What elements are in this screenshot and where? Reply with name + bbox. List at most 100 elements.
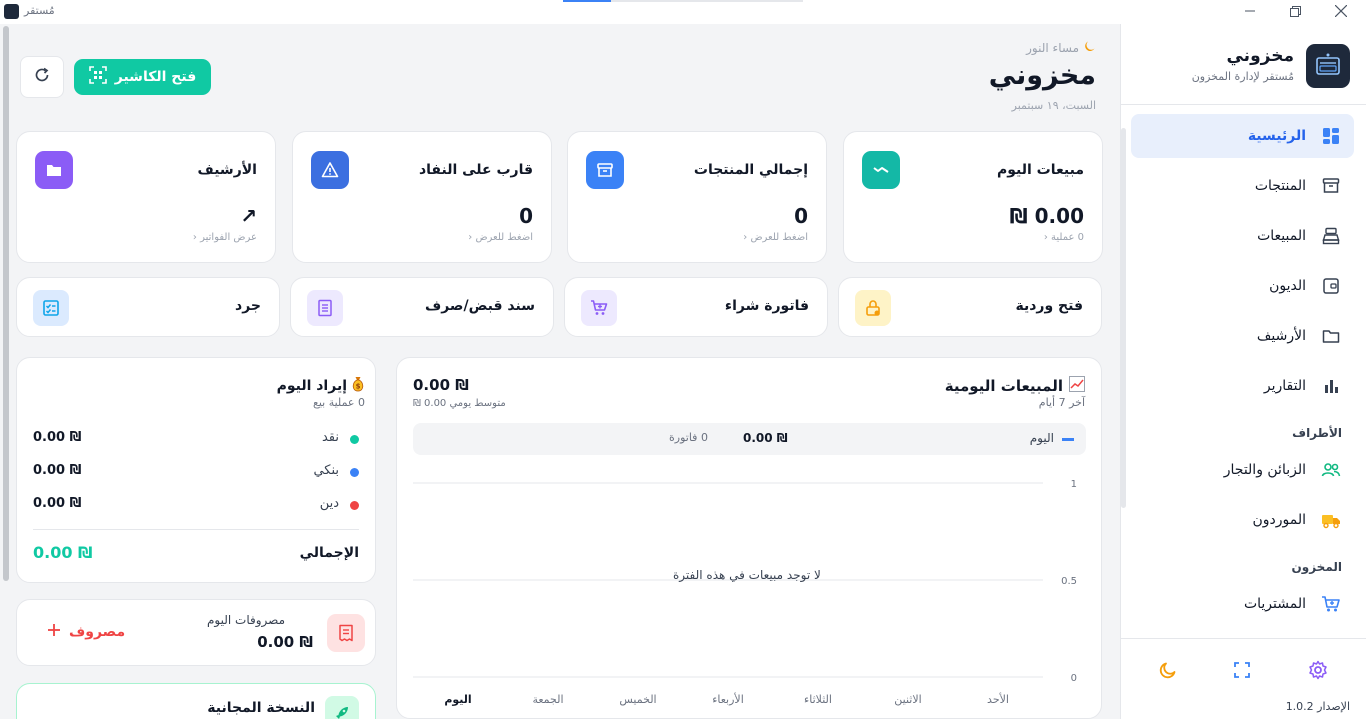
sidebar-item-label: المبيعات [1257,228,1306,244]
stat-title: الأرشيف [197,162,257,178]
income-total-label: الإجمالي [299,545,359,561]
fullscreen-icon[interactable] [1230,658,1254,682]
income-row-bank: بنكي 0.00 ₪ [33,462,359,482]
cart-icon [1320,593,1342,615]
chart-x-tick: الخميس [619,693,656,706]
sidebar-item-reports[interactable]: التقارير [1131,364,1354,408]
settings-gear-icon[interactable] [1306,658,1330,682]
chart-x-tick: الأربعاء [712,692,744,706]
restore-icon[interactable] [1272,0,1318,22]
cart-plus-icon [581,290,617,326]
cash-dot [350,435,359,444]
open-cashier-button[interactable]: فتح الكاشير [74,59,211,95]
archive-box-icon [1320,175,1342,197]
stat-card-archive[interactable]: الأرشيف ↗ عرض الفواتير ‹ [16,131,276,263]
today-expenses-card: مصروفات اليوم 0.00 ₪ مصروف [16,599,376,666]
action-label: سند قبض/صرف [424,298,535,314]
sidebar-item-customers[interactable]: الزبائن والتجار [1131,448,1354,492]
close-icon[interactable] [1318,0,1364,22]
sidebar-item-products[interactable]: المنتجات [1131,164,1354,208]
chart-y-tick: 1 [1071,479,1077,490]
income-title-text: إيراد اليوم [276,378,347,394]
income-row-label: نقد [321,430,339,445]
sidebar-item-label: المنتجات [1254,178,1306,194]
sidebar-item-purchases[interactable]: المشتريات [1131,582,1354,626]
page-title: مخزوني [988,60,1096,91]
income-row-label: دين [319,496,339,511]
open-cashier-label: فتح الكاشير [114,69,197,85]
income-row-label: بنكي [313,463,339,478]
archive-box-icon [586,151,624,189]
stat-card-today-sales[interactable]: مبيعات اليوم 0.00 ₪ 0 عملية ‹ [843,131,1103,263]
document-icon [307,290,343,326]
chart-x-tick: الاثنين [894,693,921,706]
action-receipt-voucher[interactable]: سند قبض/صرف [290,277,554,337]
moon-icon[interactable] [1156,658,1180,682]
sidebar-item-home[interactable]: الرئيسية [1131,114,1354,158]
action-label: فاتورة شراء [724,298,809,314]
version-label: الإصدار 1.0.2 [1285,700,1350,713]
plus-icon [47,623,61,641]
app-logo-icon [4,4,19,19]
sidebar-item-debts[interactable]: الديون [1131,264,1354,308]
rocket-icon [325,696,359,719]
income-row-cash: نقد 0.00 ₪ [33,429,359,449]
greeting: مساء النور [1026,40,1096,56]
income-divider [33,529,359,530]
svg-text:$: $ [356,383,361,391]
chart-x-tick: الثلاثاء [804,693,832,706]
legend-name: اليوم [1029,431,1054,445]
crescent-moon-icon [1083,40,1096,56]
today-income-card: $ إيراد اليوم 0 عملية بيع نقد 0.00 ₪ بنك… [16,357,376,583]
sidebar: مخزوني مُستقر لإدارة المخزون الرئيسية ال… [1120,24,1366,719]
money-bag-icon: $ [351,376,365,396]
action-inventory-count[interactable]: جرد [16,277,280,337]
add-expense-label: مصروف [69,624,126,640]
refresh-button[interactable] [20,56,64,98]
bar-chart-icon [1320,375,1342,397]
main-scrollbar[interactable] [3,26,9,581]
legend-swatch [1062,438,1074,441]
free-version-card[interactable]: النسخة المجانية [16,683,376,719]
sidebar-item-label: التقارير [1263,378,1306,394]
trend-icon [862,151,900,189]
expense-value: 0.00 ₪ [257,633,313,651]
date-label: السبت، ١٩ سبتمبر [1011,99,1096,112]
stat-title: قارب على النفاد [418,162,533,178]
brand-logo-icon [1306,44,1350,88]
greeting-text: مساء النور [1026,41,1079,55]
stat-value: 0 [519,204,533,228]
stat-title: إجمالي المنتجات [693,162,808,178]
stat-hint-text: عرض الفواتير [200,232,257,243]
sidebar-item-label: المشتريات [1243,596,1306,612]
sidebar-item-suppliers[interactable]: الموردون [1131,498,1354,542]
stat-value: 0.00 ₪ [1009,204,1084,228]
sidebar-scrollbar[interactable] [1121,128,1126,508]
legend-count: 0 فاتورة [669,431,708,444]
sidebar-divider [1120,104,1366,105]
minimize-icon[interactable] [1227,0,1273,22]
refresh-icon [34,67,50,87]
stat-title: مبيعات اليوم [996,162,1084,178]
sidebar-item-archive[interactable]: الأرشيف [1131,314,1354,358]
stat-hint: اضغط للعرض ‹ [743,232,808,243]
chart-y-tick: 0.5 [1061,576,1077,587]
chart-subtitle: آخر 7 أيام [1038,396,1085,409]
income-total-value: 0.00 ₪ [33,543,93,562]
legend-value: 0.00 ₪ [743,431,788,445]
chart-x-tick: الجمعة [532,693,563,706]
sidebar-item-label: الأرشيف [1256,328,1306,344]
action-open-shift[interactable]: فتح وردية [838,277,1102,337]
stat-card-low-stock[interactable]: قارب على النفاد 0 اضغط للعرض ‹ [292,131,552,263]
add-expense-button[interactable]: مصروف [47,623,125,641]
income-row-debt: دين 0.00 ₪ [33,495,359,515]
brand-subtitle: مُستقر لإدارة المخزون [1191,70,1294,83]
stat-card-total-products[interactable]: إجمالي المنتجات 0 اضغط للعرض ‹ [567,131,827,263]
warning-icon [311,151,349,189]
action-purchase-invoice[interactable]: فاتورة شراء [564,277,828,337]
income-title: $ إيراد اليوم [277,376,365,396]
sidebar-item-label: الموردون [1252,512,1306,528]
stat-hint: عرض الفواتير ‹ [192,232,257,243]
sidebar-item-sales[interactable]: المبيعات [1131,214,1354,258]
cash-register-icon [1320,225,1342,247]
